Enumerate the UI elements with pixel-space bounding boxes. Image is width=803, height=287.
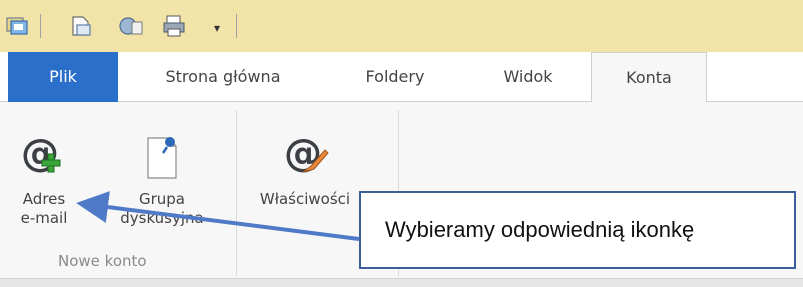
annotation-arrow — [76, 191, 360, 241]
